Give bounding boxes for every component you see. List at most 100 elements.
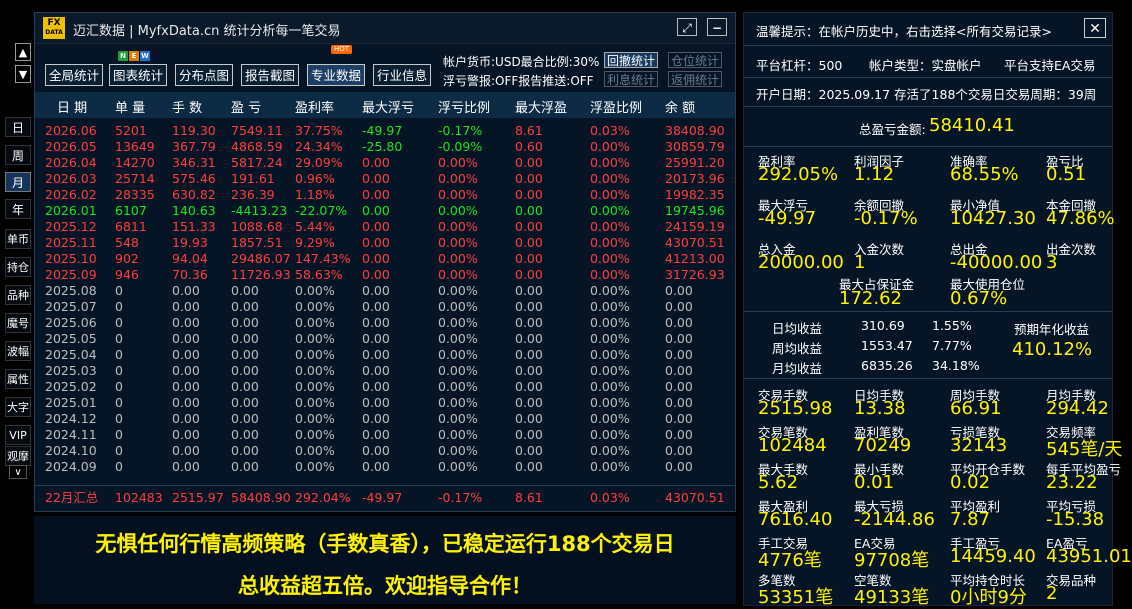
period-tab-4[interactable]: 单币 — [5, 229, 31, 249]
account-type: 帐户类型：实盘帐户 — [869, 58, 982, 73]
minimize-button[interactable]: − — [707, 18, 727, 36]
table-row[interactable]: 2025.04 0 0.00 0.00 0.00% 0.00 0.00% 0.00 0.00% 0… — [35, 347, 735, 363]
period-tab-12[interactable]: 观摩 — [5, 446, 31, 466]
column-header-1[interactable]: 单 量 — [115, 97, 145, 116]
interest-stats-button[interactable]: 利息统计 — [604, 71, 659, 87]
table-row[interactable]: 2024.09 0 0.00 0.00 0.00% 0.00 0.00% 0.00 0.00% 0… — [35, 459, 735, 475]
table-row[interactable]: 2024.12 0 0.00 0.00 0.00% 0.00 0.00% 0.00 0.00% 0… — [35, 411, 735, 427]
commission-stats-button[interactable]: 返佣统计 — [668, 71, 723, 87]
toolbar-button-1[interactable]: 图表统计 — [109, 64, 168, 86]
table-cell: 38408.90 — [665, 123, 725, 138]
table-cell: 0.00 — [665, 443, 693, 458]
table-row[interactable]: 2025.06 0 0.00 0.00 0.00% 0.00 0.00% 0.00 0.00% 0… — [35, 315, 735, 331]
table-cell: -4413.23 — [231, 203, 288, 218]
position-stats-button[interactable]: 仓位统计 — [668, 52, 723, 68]
table-cell: 0.00 — [362, 203, 390, 218]
toolbar-button-4[interactable]: 专业数据 — [307, 64, 366, 86]
metric-value: 102484 — [758, 435, 827, 456]
table-cell: 0.00% — [438, 171, 478, 186]
column-header-9[interactable]: 余 额 — [665, 97, 695, 116]
table-cell: 0.60 — [515, 139, 543, 154]
table-row[interactable]: 2025.08 0 0.00 0.00 0.00% 0.00 0.00% 0.00 0.00% 0… — [35, 283, 735, 299]
table-row[interactable]: 2025.11 548 19.93 1857.51 9.29% 0.00 0.00% 0.00… — [35, 235, 735, 251]
period-tab-6[interactable]: 品种 — [5, 285, 31, 305]
summary-row: 22月汇总 102483 2515.97 58408.90 292.04% -49.97 -… — [35, 485, 735, 510]
more-tabs-icon[interactable]: ∨ — [9, 465, 27, 479]
period-tab-10[interactable]: 大字 — [5, 397, 31, 417]
toolbar-button-0[interactable]: 全局统计 — [45, 64, 104, 86]
table-row[interactable]: 2024.11 0 0.00 0.00 0.00% 0.00 0.00% 0.00 0.00% 0… — [35, 427, 735, 443]
table-row[interactable]: 2026.05 13649 367.79 4868.59 24.34% -25.80 -0.… — [35, 139, 735, 155]
table-row[interactable]: 2025.09 946 70.36 11726.93 58.63% 0.00 0.00% 0.… — [35, 267, 735, 283]
metric-value: 0小时9分 — [950, 587, 1027, 608]
period-tab-3[interactable]: 年 — [5, 199, 31, 219]
period-tab-5[interactable]: 持仓 — [5, 257, 31, 277]
period-tab-7[interactable]: 魔号 — [5, 313, 31, 333]
period-amount: 1553.47 — [861, 338, 913, 353]
table-cell: 0.00 — [362, 379, 390, 394]
period-tab-2[interactable]: 月 — [5, 172, 31, 192]
table-row[interactable]: 2026.01 6107 140.63 -4413.23 -22.07% 0.00 0.00… — [35, 203, 735, 219]
table-cell: 0.00 — [515, 459, 543, 474]
table-row[interactable]: 2025.01 0 0.00 0.00 0.00% 0.00 0.00% 0.00 0.00% 0… — [35, 395, 735, 411]
table-cell: 140.63 — [172, 203, 216, 218]
column-header-6[interactable]: 浮亏比例 — [438, 97, 490, 116]
table-cell: 0.00% — [438, 203, 478, 218]
period-tab-1[interactable]: 周 — [5, 145, 31, 165]
table-cell: 0.00% — [438, 379, 478, 394]
period-tab-8[interactable]: 波幅 — [5, 341, 31, 361]
period-tab-11[interactable]: VIP — [5, 425, 31, 445]
toolbar-button-2[interactable]: 分布点图 — [175, 64, 234, 86]
column-header-0[interactable]: 日 期 — [57, 97, 87, 116]
summary-cell: 58408.90 — [231, 490, 291, 505]
table-cell: 630.82 — [172, 187, 216, 202]
table-cell: 1857.51 — [231, 235, 283, 250]
table-cell: 0.00% — [295, 411, 335, 426]
table-cell: 0.00 — [362, 155, 390, 170]
restore-button[interactable]: ⤢ — [677, 18, 697, 36]
table-cell: 0.00 — [172, 459, 200, 474]
table-row[interactable]: 2026.02 28335 630.82 236.39 1.18% 0.00 0.00% 0.… — [35, 187, 735, 203]
scroll-up-button[interactable]: ▲ — [15, 43, 31, 61]
table-cell: 5201 — [115, 123, 147, 138]
column-header-4[interactable]: 盈利率 — [295, 97, 334, 116]
table-row[interactable]: 2025.05 0 0.00 0.00 0.00% 0.00 0.00% 0.00 0.00% 0… — [35, 331, 735, 347]
table-row[interactable]: 2025.02 0 0.00 0.00 0.00% 0.00 0.00% 0.00 0.00% 0… — [35, 379, 735, 395]
table-cell: 7549.11 — [231, 123, 283, 138]
table-cell: 0.00 — [515, 251, 543, 266]
new-badge-letter: N — [118, 51, 128, 61]
table-row[interactable]: 2025.10 902 94.04 29486.07 147.43% 0.00 0.00% 0… — [35, 251, 735, 267]
toolbar-button-5[interactable]: 行业信息 — [373, 64, 432, 86]
column-header-2[interactable]: 手 数 — [172, 97, 202, 116]
table-cell: 0.00 — [515, 315, 543, 330]
table-cell: 28335 — [115, 187, 155, 202]
table-cell: 0.00 — [362, 411, 390, 426]
column-header-8[interactable]: 浮盈比例 — [590, 97, 642, 116]
table-cell: 2025.02 — [45, 379, 97, 394]
table-row[interactable]: 2026.03 25714 575.46 191.61 0.96% 0.00 0.00% 0.… — [35, 171, 735, 187]
table-row[interactable]: 2025.07 0 0.00 0.00 0.00% 0.00 0.00% 0.00 0.00% 0… — [35, 299, 735, 315]
logo-text-bottom: DATA — [45, 29, 63, 36]
toolbar-button-3[interactable]: 报告截图 — [241, 64, 300, 86]
close-button[interactable]: ✕ — [1084, 18, 1106, 38]
withdraw-stats-button[interactable]: 回撤统计 — [604, 52, 659, 68]
table-cell: 0.00% — [590, 299, 630, 314]
table-row[interactable]: 2026.06 5201 119.30 7549.11 37.75% -49.97 -0.1… — [35, 123, 735, 139]
summary-cell: -0.17% — [438, 490, 483, 505]
table-cell: 11726.93 — [231, 267, 291, 282]
table-row[interactable]: 2025.03 0 0.00 0.00 0.00% 0.00 0.00% 0.00 0.00% 0… — [35, 363, 735, 379]
table-cell: 0.00 — [362, 235, 390, 250]
period-tab-0[interactable]: 日 — [5, 117, 31, 137]
table-cell: 41213.00 — [665, 251, 725, 266]
column-header-7[interactable]: 最大浮盈 — [515, 97, 567, 116]
period-tab-9[interactable]: 属性 — [5, 369, 31, 389]
column-header-5[interactable]: 最大浮亏 — [362, 97, 414, 116]
metric-value: -2144.86 — [854, 509, 935, 530]
table-row[interactable]: 2025.12 6811 151.33 1088.68 5.44% 0.00 0.00% 0.… — [35, 219, 735, 235]
metric-value: 10427.30 — [950, 208, 1036, 229]
table-row[interactable]: 2026.04 14270 346.31 5817.24 29.09% 0.00 0.00%… — [35, 155, 735, 171]
column-header-3[interactable]: 盈 亏 — [231, 97, 261, 116]
metric-value: 1.12 — [854, 164, 895, 185]
table-row[interactable]: 2024.10 0 0.00 0.00 0.00% 0.00 0.00% 0.00 0.00% 0… — [35, 443, 735, 459]
scroll-down-button[interactable]: ▼ — [15, 65, 31, 83]
